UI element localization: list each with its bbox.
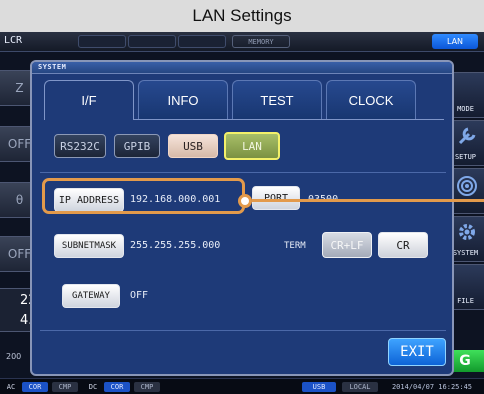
mode-label: LCR	[4, 35, 23, 46]
subnet-mask-button[interactable]: SUBNETMASK	[54, 234, 124, 258]
interface-gpib-button[interactable]: GPIB	[114, 134, 160, 158]
menu-mode-label: MODE	[457, 105, 474, 113]
status-ac: AC	[6, 383, 16, 391]
target-icon	[456, 175, 478, 197]
caption-bar: LAN Settings	[0, 0, 484, 32]
system-dialog: SYSTEM I/F INFO TEST CLOCK RS232C GPIB U…	[30, 60, 454, 376]
status-cmp: CMP	[52, 382, 78, 392]
menu-system-label: SYSTEM	[452, 249, 479, 257]
status-cor: COR	[22, 382, 48, 392]
term-crlf-button[interactable]: CR+LF	[322, 232, 372, 258]
bg-measurement-readout: 22 4.	[0, 288, 37, 332]
gateway-value: OFF	[130, 290, 149, 301]
top-slot	[128, 35, 176, 48]
status-cor: COR	[104, 382, 130, 392]
callout-line	[252, 199, 484, 202]
status-cmp: CMP	[134, 382, 160, 392]
interface-usb-button[interactable]: USB	[168, 134, 218, 158]
interface-rs232c-button[interactable]: RS232C	[54, 134, 106, 158]
gear-icon	[456, 221, 478, 243]
tab-if[interactable]: I/F	[44, 80, 134, 120]
term-cr-button[interactable]: CR	[378, 232, 428, 258]
memory-indicator: MEMORY	[232, 35, 290, 48]
section-divider	[40, 172, 446, 173]
tab-info[interactable]: INFO	[138, 80, 228, 120]
status-datetime: 2014/04/07 16:25:45	[391, 383, 473, 391]
top-slot	[178, 35, 226, 48]
top-status-bar: LCR MEMORY LAN	[0, 32, 484, 52]
wrench-icon	[455, 125, 479, 147]
callout-dot	[238, 194, 252, 208]
subnet-mask-value: 255.255.255.000	[130, 240, 221, 251]
menu-file-label: FILE	[457, 297, 474, 305]
tab-divider	[134, 119, 444, 120]
section-divider	[40, 330, 446, 331]
dialog-title: SYSTEM	[38, 63, 67, 71]
tab-test[interactable]: TEST	[232, 80, 322, 120]
dialog-title-bar: SYSTEM	[32, 62, 452, 74]
ip-address-highlight	[42, 178, 245, 214]
port-button[interactable]: PORT	[252, 186, 300, 210]
caption-title: LAN Settings	[192, 6, 292, 25]
device-screen: LCR MEMORY LAN Z OFF θ OFF 22 4. 200 MOD…	[0, 32, 484, 394]
term-label: TERM	[284, 241, 306, 251]
bg-range-label: 200	[6, 352, 22, 361]
status-local: LOCAL	[342, 382, 378, 392]
interface-lan-button[interactable]: LAN	[224, 132, 280, 160]
top-slot	[78, 35, 126, 48]
bottom-status-bar: AC COR CMP DC COR CMP USB LOCAL 2014/04/…	[0, 378, 484, 394]
exit-button[interactable]: EXIT	[388, 338, 446, 366]
lan-indicator: LAN	[432, 34, 478, 49]
status-dc: DC	[88, 383, 98, 391]
tab-clock[interactable]: CLOCK	[326, 80, 416, 120]
status-usb: USB	[302, 382, 336, 392]
gateway-button[interactable]: GATEWAY	[62, 284, 120, 308]
menu-setup-label: SETUP	[454, 153, 477, 161]
